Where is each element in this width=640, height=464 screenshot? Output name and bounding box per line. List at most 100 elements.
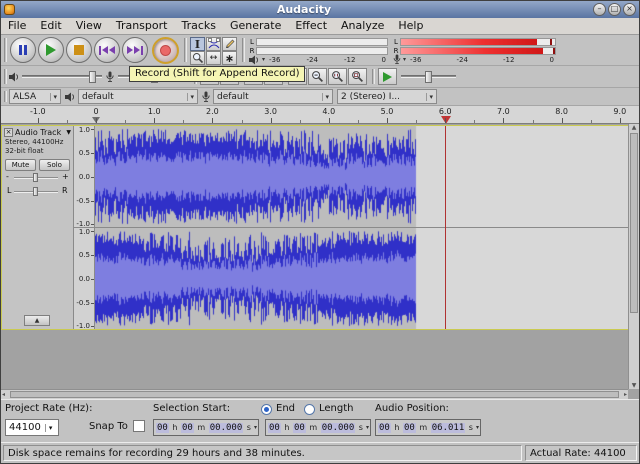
playback-meter-bar-l[interactable]: [256, 38, 388, 46]
length-radio[interactable]: [304, 404, 315, 415]
toolbar-grip[interactable]: [4, 38, 7, 62]
close-button[interactable]: ×: [623, 3, 636, 16]
end-radio-label[interactable]: End: [276, 403, 295, 414]
skip-to-start-button[interactable]: [94, 37, 120, 63]
selection-start-field[interactable]: 00 h 00 m 00.000 s▾: [153, 419, 259, 436]
multi-tool-button[interactable]: ∗: [222, 51, 237, 65]
time-digit-segment[interactable]: 00.000: [321, 423, 356, 433]
track-collapse-button[interactable]: ▲: [24, 315, 50, 326]
recording-meter-bar-l[interactable]: [400, 38, 556, 46]
timeline-label: 7.0: [497, 107, 510, 116]
end-radio[interactable]: [261, 404, 272, 415]
time-digit-segment[interactable]: 00: [293, 423, 306, 433]
time-digit-segment[interactable]: 06.011: [431, 423, 466, 433]
input-channels-select[interactable]: 2 (Stereo) I...▾: [337, 89, 437, 104]
stop-button[interactable]: [66, 37, 92, 63]
track-name[interactable]: Audio Track: [15, 128, 61, 137]
skip-to-end-button[interactable]: [122, 37, 148, 63]
input-device-select[interactable]: default▾: [213, 89, 333, 104]
time-digit-segment[interactable]: 00: [268, 423, 281, 433]
timeline-label: 5.0: [381, 107, 394, 116]
time-digit-segment[interactable]: 00.000: [209, 423, 244, 433]
output-volume-thumb[interactable]: [89, 71, 96, 83]
menu-item-file[interactable]: File: [1, 18, 33, 34]
play-at-speed-button[interactable]: [378, 68, 397, 85]
zoom-tool-button[interactable]: [190, 51, 205, 65]
menu-item-analyze[interactable]: Analyze: [334, 18, 391, 34]
actual-rate: Actual Rate: 44100: [525, 445, 637, 461]
menu-item-view[interactable]: View: [69, 18, 109, 34]
playback-meter-bar-r[interactable]: [256, 47, 388, 55]
horizontal-scrollbar[interactable]: ◂ ▸: [1, 389, 628, 399]
envelope-tool-button[interactable]: [206, 37, 221, 51]
vertical-scrollbar[interactable]: ▲ ▼: [628, 124, 639, 389]
zoom-out-button[interactable]: [308, 68, 327, 85]
toolbar-grip[interactable]: [242, 38, 245, 62]
record-button[interactable]: [152, 37, 179, 64]
track-close-button[interactable]: ×: [4, 128, 13, 137]
timeline-ruler[interactable]: -1.001.02.03.04.05.06.07.08.09.0: [1, 106, 639, 124]
menu-item-edit[interactable]: Edit: [33, 18, 68, 34]
fit-selection-button[interactable]: [328, 68, 347, 85]
meter-dropdown-icon[interactable]: ▾: [262, 56, 265, 63]
minimize-button[interactable]: –: [593, 3, 606, 16]
menu-item-effect[interactable]: Effect: [288, 18, 334, 34]
gain-slider-thumb[interactable]: [33, 173, 38, 182]
menu-item-transport[interactable]: Transport: [109, 18, 175, 34]
selection-end-field[interactable]: 00 h 00 m 00.000 s▾: [265, 419, 371, 436]
horizontal-scrollbar-thumb[interactable]: [10, 391, 619, 398]
vertical-scrollbar-thumb[interactable]: [630, 133, 638, 313]
pan-slider-thumb[interactable]: [33, 187, 38, 196]
recording-meter-bar-r[interactable]: [400, 47, 556, 55]
play-button[interactable]: [38, 37, 64, 63]
track-menu-button[interactable]: ▼: [66, 129, 71, 136]
toolbar-grip[interactable]: [184, 38, 187, 62]
time-digit-segment[interactable]: 00: [403, 423, 416, 433]
menu-item-generate[interactable]: Generate: [223, 18, 288, 34]
time-digit-segment[interactable]: 00: [181, 423, 194, 433]
menu-item-help[interactable]: Help: [391, 18, 430, 34]
recording-meter[interactable]: L R ▾ -36-24-120: [392, 37, 556, 64]
project-rate-select[interactable]: 44100▾: [5, 419, 59, 436]
selection-tool-button[interactable]: I: [190, 37, 205, 51]
host-select[interactable]: ALSA▾: [9, 89, 61, 104]
audio-position-field[interactable]: 00 h 00 m 06.011 s▾: [375, 419, 481, 436]
toolbar-grip[interactable]: [4, 69, 7, 84]
scroll-up-icon[interactable]: ▲: [629, 124, 639, 131]
time-digit-segment[interactable]: 00: [156, 423, 169, 433]
toolbar-grip[interactable]: [372, 69, 375, 84]
vertical-scale-tick: [91, 255, 94, 256]
snap-to-checkbox[interactable]: [133, 420, 145, 432]
timefield-arrow-icon[interactable]: ▾: [366, 424, 369, 431]
waveform-left-channel[interactable]: [95, 126, 628, 227]
timefield-arrow-icon[interactable]: ▾: [476, 424, 479, 431]
solo-button[interactable]: Solo: [39, 159, 70, 171]
fit-project-button[interactable]: [348, 68, 367, 85]
titlebar[interactable]: Audacity – □ ×: [1, 1, 639, 18]
menu-item-tracks[interactable]: Tracks: [174, 18, 223, 34]
playback-meter[interactable]: L R ▾ -36-24-120: [248, 37, 388, 64]
playback-speed-thumb[interactable]: [425, 71, 432, 83]
toolbar-grip[interactable]: [4, 91, 7, 102]
waveform-area[interactable]: [95, 126, 629, 329]
maximize-button[interactable]: □: [608, 3, 621, 16]
scroll-right-icon[interactable]: ▸: [624, 391, 627, 398]
length-radio-label[interactable]: Length: [319, 403, 354, 414]
draw-tool-button[interactable]: [222, 37, 237, 51]
audio-track[interactable]: × Audio Track ▼ Stereo, 44100Hz 32-bit f…: [1, 125, 630, 330]
time-digit-segment[interactable]: 00: [378, 423, 391, 433]
scroll-left-icon[interactable]: ◂: [2, 391, 5, 398]
waveform-right-channel[interactable]: [95, 228, 628, 329]
track-area[interactable]: × Audio Track ▼ Stereo, 44100Hz 32-bit f…: [1, 124, 639, 399]
vertical-ruler[interactable]: 1.00.50.0-0.5-1.0 1.00.50.0-0.5-1.0: [74, 126, 95, 329]
meter-channel-label: R: [248, 47, 256, 55]
speaker-icon: [9, 72, 20, 82]
timefield-arrow-icon[interactable]: ▾: [254, 424, 257, 431]
meter-dropdown-icon[interactable]: ▾: [403, 56, 406, 63]
timeshift-tool-button[interactable]: ↔: [206, 51, 221, 65]
mute-button[interactable]: Mute: [5, 159, 36, 171]
output-device-select[interactable]: default▾: [78, 89, 198, 104]
scroll-down-icon[interactable]: ▼: [629, 382, 639, 389]
pause-button[interactable]: [10, 37, 36, 63]
vertical-scale-label: 1.0: [79, 126, 90, 134]
